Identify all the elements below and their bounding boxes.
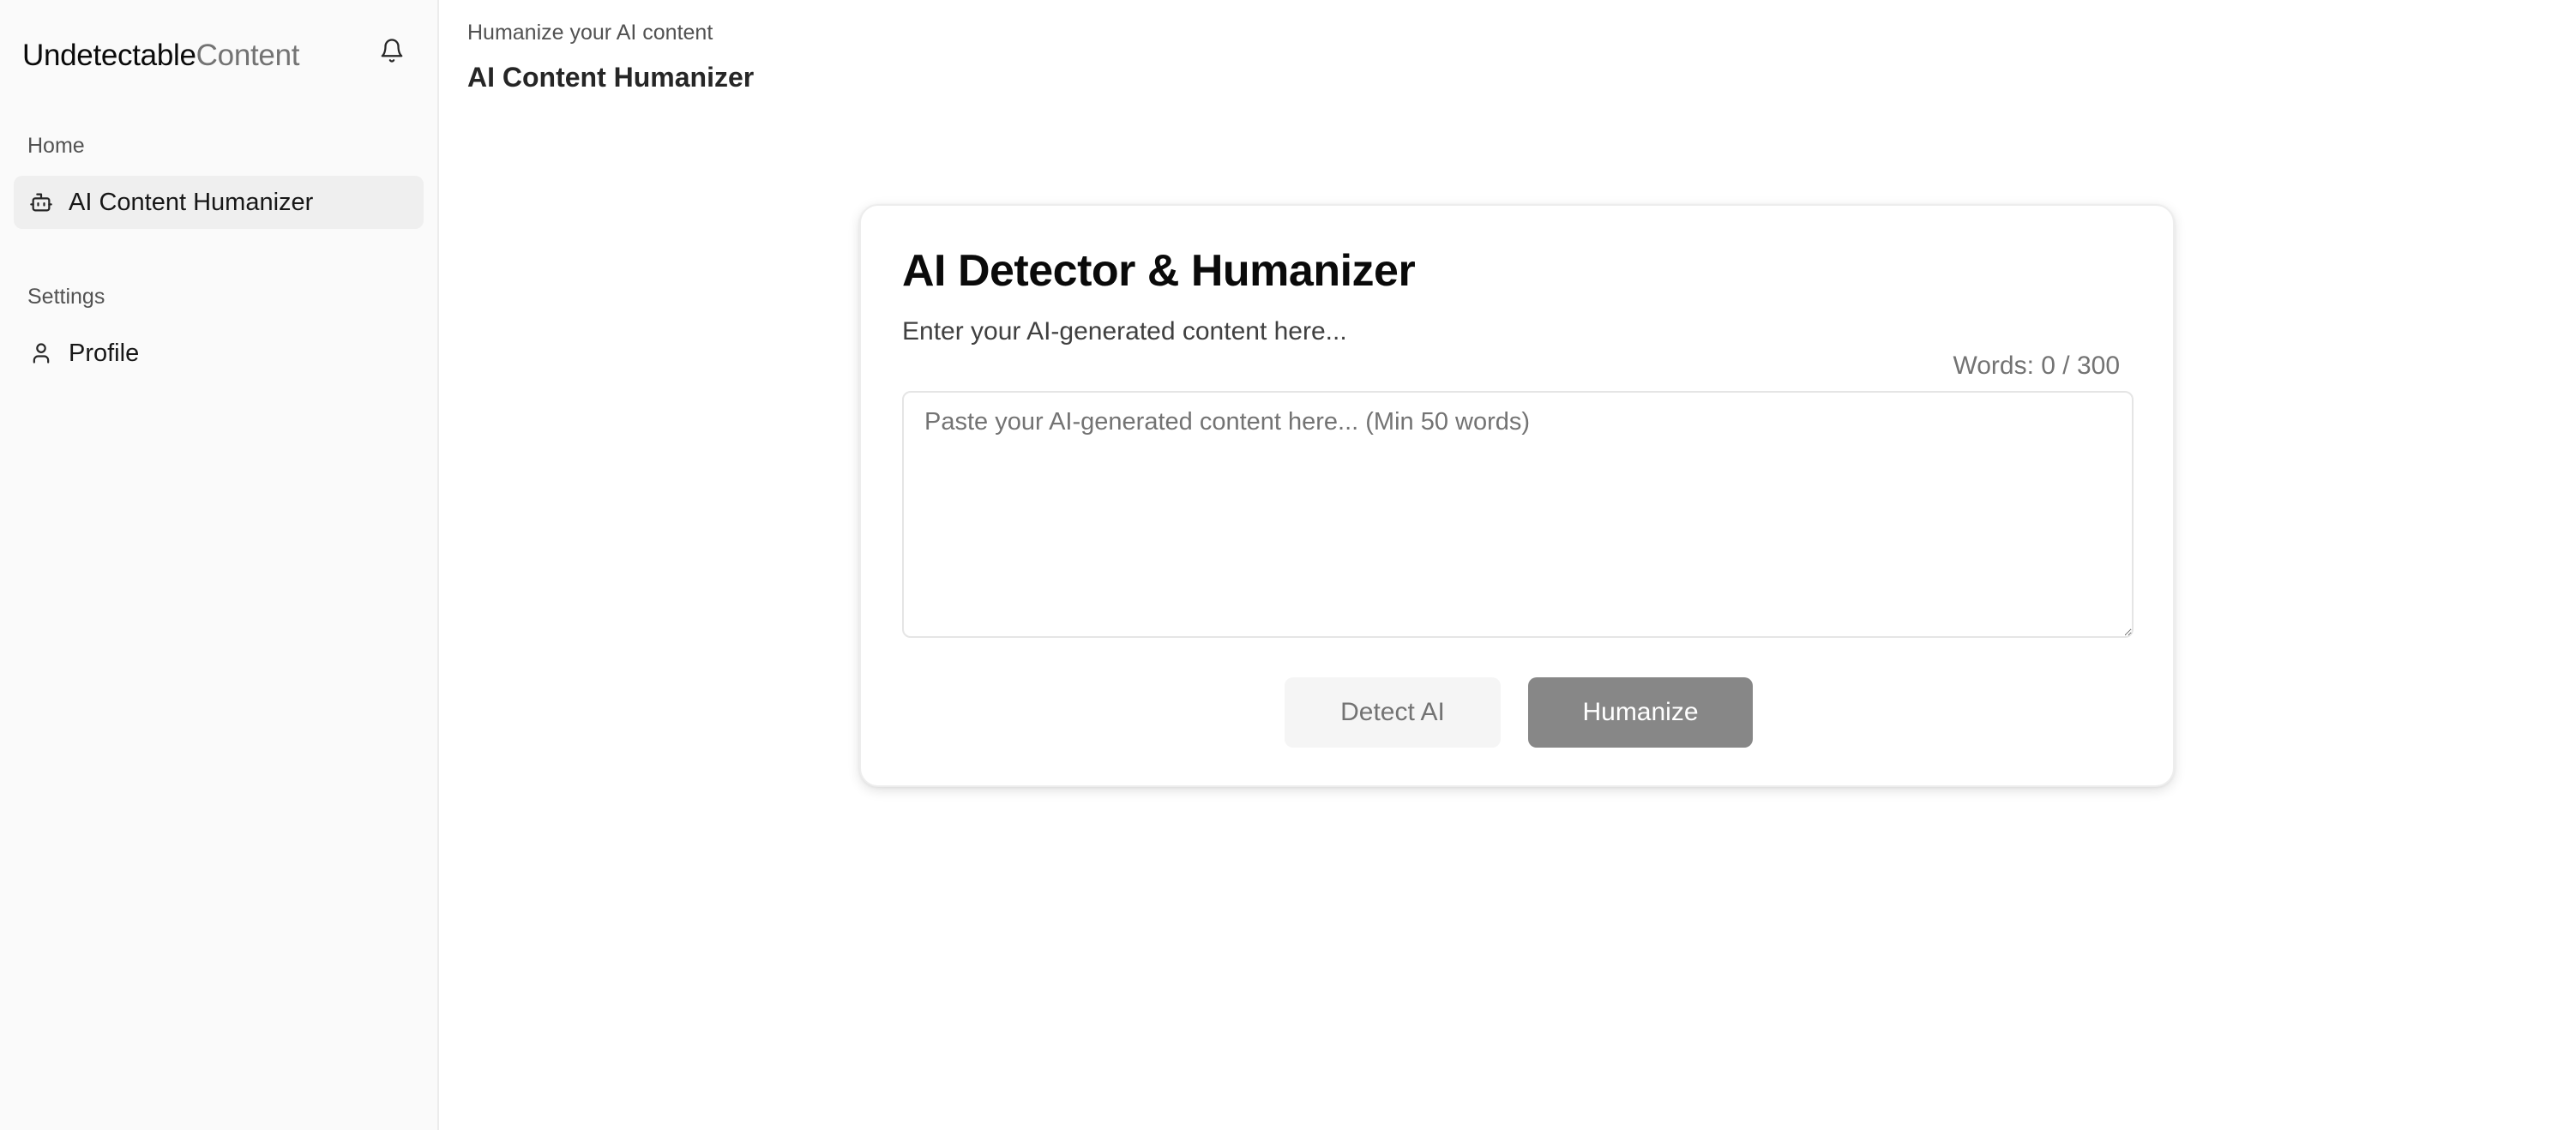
sidebar-item-label: AI Content Humanizer xyxy=(69,188,314,216)
card-subtitle: Enter your AI-generated content here... xyxy=(902,317,1347,346)
brand-name-primary: Undetectable xyxy=(22,39,196,72)
sidebar-group-home: Home xyxy=(27,134,85,158)
app-root: Undetectable Content Home AI Content Hum… xyxy=(0,0,2576,1130)
card-title: AI Detector & Humanizer xyxy=(902,246,1416,296)
breadcrumb: Humanize your AI content xyxy=(467,21,713,45)
sidebar-item-profile[interactable]: Profile xyxy=(14,327,424,380)
bot-icon xyxy=(27,189,55,216)
humanize-button[interactable]: Humanize xyxy=(1528,677,1753,748)
page-title: AI Content Humanizer xyxy=(467,62,755,93)
notifications-button[interactable] xyxy=(377,36,406,65)
sidebar-item-label: Profile xyxy=(69,339,140,367)
brand-name-secondary: Content xyxy=(196,39,300,72)
bell-icon xyxy=(381,39,403,63)
user-icon xyxy=(27,340,55,367)
sidebar-group-settings: Settings xyxy=(27,285,105,309)
sidebar-item-ai-content-humanizer[interactable]: AI Content Humanizer xyxy=(14,176,424,229)
brand-logo[interactable]: Undetectable Content xyxy=(22,33,299,79)
humanizer-card: AI Detector & Humanizer Enter your AI-ge… xyxy=(859,204,2175,787)
sidebar: Undetectable Content Home AI Content Hum… xyxy=(0,0,439,1130)
word-count: Words: 0 / 300 xyxy=(1953,352,2120,380)
content-input[interactable] xyxy=(902,391,2134,638)
detect-ai-button[interactable]: Detect AI xyxy=(1285,677,1501,748)
